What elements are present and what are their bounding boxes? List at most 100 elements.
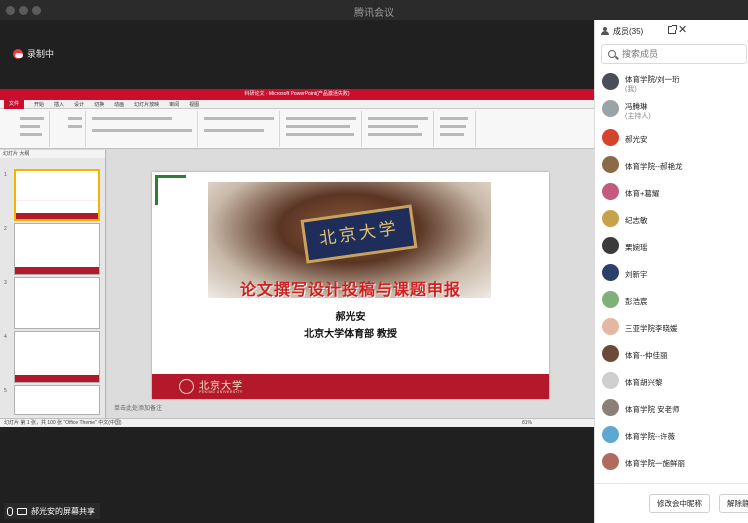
avatar: [602, 237, 619, 254]
member-name: 彭浩宸: [625, 297, 648, 306]
rename-button[interactable]: 修改会中昵称: [649, 494, 710, 513]
ppt-notes[interactable]: 单击此处添加备注: [114, 403, 162, 412]
ribbon-group-styles[interactable]: [364, 111, 434, 147]
ppt-status-bar: 幻灯片 第 1 张，共 100 张 "Office Theme" 中文(中国) …: [0, 418, 594, 427]
member-name: 体育学院--郝艳龙: [625, 162, 683, 171]
recording-indicator[interactable]: 录制中: [13, 47, 54, 60]
ribbon-group-font[interactable]: [88, 111, 198, 147]
avatar: [602, 210, 619, 227]
thumb-number: 5: [4, 388, 7, 394]
member-name: 体育胡兴黎: [625, 378, 663, 387]
member-list-item[interactable]: 体育--仲佳丽: [595, 342, 748, 366]
slide-thumbnail[interactable]: [14, 223, 100, 275]
ppt-tab-view[interactable]: 视图: [189, 101, 199, 108]
members-title: 成员(35): [613, 26, 644, 36]
avatar: [602, 426, 619, 443]
member-list-item[interactable]: 栗婉瑶: [595, 234, 748, 258]
thumb-number: 2: [4, 226, 7, 232]
member-list-item[interactable]: 体育学院 安老师: [595, 396, 748, 420]
avatar: [602, 264, 619, 281]
ppt-tab-transitions[interactable]: 切换: [94, 101, 104, 108]
member-name: 体育+葛耀: [625, 189, 660, 198]
member-list-item[interactable]: 体育胡兴黎: [595, 369, 748, 393]
window-titlebar: 腾讯会议: [0, 0, 748, 20]
member-list-item[interactable]: 三亚学院李晓媛: [595, 315, 748, 339]
slide-thumbnail[interactable]: [14, 169, 100, 221]
members-icon: [601, 27, 609, 35]
member-list-item[interactable]: 刘新宇: [595, 261, 748, 285]
popout-icon[interactable]: [668, 25, 677, 34]
member-role: (主持人): [625, 113, 651, 120]
member-name: 体育学院一施鲜丽: [625, 459, 685, 468]
thumb-number: 3: [4, 280, 7, 286]
member-list-item[interactable]: 体育学院/刘一珩 (我): [595, 70, 748, 94]
slide-thumbnail[interactable]: [14, 331, 100, 383]
ppt-tab-slideshow[interactable]: 幻灯片放映: [134, 101, 159, 108]
slide-footer: 北京大学 PEKING UNIVERSITY: [152, 374, 549, 399]
unmute-button[interactable]: 解除静音: [719, 494, 748, 513]
member-list-item[interactable]: 体育学院--许薇: [595, 423, 748, 447]
members-panel: 成员(35) ✕ 体育学院/刘一珩 (我) 冯腾琳 (主持人) 郝光安 体育学院…: [594, 20, 748, 523]
ppt-tab-design[interactable]: 设计: [74, 101, 84, 108]
close-icon[interactable]: ✕: [678, 23, 687, 36]
member-list-item[interactable]: 彭浩宸: [595, 288, 748, 312]
ppt-ribbon-tabs: 文件 开始 插入 设计 切换 动画 幻灯片放映 审阅 视图: [0, 99, 594, 109]
ppt-tab-animations[interactable]: 动画: [114, 101, 124, 108]
member-list-item[interactable]: 体育学院一施鲜丽: [595, 450, 748, 474]
slide-corner-decoration: [155, 175, 158, 205]
member-search[interactable]: [601, 44, 747, 64]
ppt-tab-file[interactable]: 文件: [4, 99, 25, 109]
members-header: 成员(35) ✕: [595, 20, 748, 42]
member-name: 纪志敏: [625, 216, 648, 225]
member-name: 体育--仲佳丽: [625, 351, 668, 360]
ppt-window-title: 科研论文 - Microsoft PowerPoint(产品激活失败): [0, 89, 594, 100]
screen-share-name: 郝光安的屏幕共享: [31, 506, 95, 516]
member-list-item[interactable]: 体育学院--郝艳龙: [595, 153, 748, 177]
ppt-zoom-level[interactable]: 81%: [522, 419, 532, 427]
ppt-status-text: 幻灯片 第 1 张，共 100 张 "Office Theme" 中文(中国): [4, 420, 122, 426]
member-list-item[interactable]: 郝光安: [595, 126, 748, 150]
slide-title: 论文撰写设计投稿与课题申报: [239, 282, 461, 299]
avatar: [602, 345, 619, 362]
member-list-item[interactable]: 冯腾琳 (主持人): [595, 97, 748, 121]
thumb-number: 1: [4, 172, 7, 178]
ppt-tab-home[interactable]: 开始: [34, 101, 44, 108]
plaque-image: 北京大学: [300, 204, 418, 264]
member-name: 三亚学院李晓媛: [625, 324, 678, 333]
avatar: [602, 453, 619, 470]
avatar: [602, 129, 619, 146]
ribbon-group-paragraph[interactable]: [200, 111, 280, 147]
current-slide: 北京大学 论文撰写设计投稿与课题申报 郝光安 北京大学体育部 教授 北京大学 P…: [152, 172, 549, 399]
slide-thumbnail[interactable]: [14, 385, 100, 415]
university-logo-sub: PEKING UNIVERSITY: [199, 390, 243, 394]
member-search-input[interactable]: [622, 49, 732, 59]
ppt-slide-thumbnails: 幻灯片 大纲 1 2 3 4 5: [0, 150, 106, 418]
ppt-tab-review[interactable]: 审阅: [169, 101, 179, 108]
slide-author: 郝光安: [335, 312, 366, 323]
member-name: 体育学院 安老师: [625, 405, 680, 414]
member-name: 体育学院--许薇: [625, 432, 675, 441]
member-name: 刘新宇: [625, 270, 648, 279]
slide-corner-decoration: [155, 175, 186, 178]
member-role: (我): [625, 86, 637, 93]
window-title: 腾讯会议: [354, 8, 394, 19]
avatar: [602, 399, 619, 416]
ribbon-group-editing[interactable]: [436, 111, 476, 147]
ribbon-group-slides[interactable]: [52, 111, 86, 147]
member-list-item[interactable]: 纪志敏: [595, 207, 748, 231]
search-icon: [608, 50, 616, 58]
screen-share-icon: [17, 507, 27, 515]
recording-label: 录制中: [27, 49, 55, 59]
university-seal-icon: [179, 379, 194, 394]
cloud-record-icon: [13, 48, 23, 59]
avatar: [602, 291, 619, 308]
ribbon-group-clipboard[interactable]: [2, 111, 50, 147]
avatar: [602, 183, 619, 200]
slide-thumbnail[interactable]: [14, 277, 100, 329]
member-name: 郝光安: [625, 135, 648, 144]
member-list-item[interactable]: 体育+葛耀: [595, 180, 748, 204]
ribbon-group-drawing[interactable]: [282, 111, 362, 147]
ppt-tab-insert[interactable]: 插入: [54, 101, 64, 108]
ppt-side-tabs[interactable]: 幻灯片 大纲: [0, 150, 105, 158]
slide-affiliation: 北京大学体育部 教授: [304, 329, 397, 340]
